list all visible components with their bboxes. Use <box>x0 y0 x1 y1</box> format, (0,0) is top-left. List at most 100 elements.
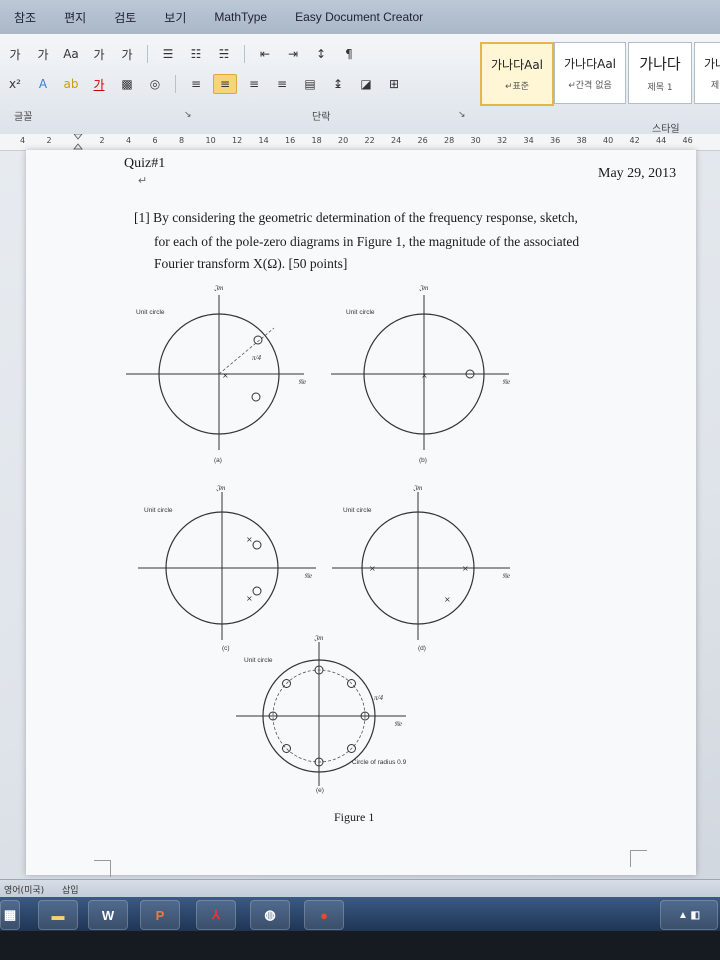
crop-mark <box>94 860 111 877</box>
zero-marker <box>252 540 262 550</box>
ruler-number: 28 <box>444 136 455 145</box>
zero-marker <box>251 392 261 402</box>
horizontal-ruler[interactable]: 4 2 2 4 6 8 10 12 14 16 18 20 22 24 26 28 30 32 34 36 38 40 42… <box>0 134 720 151</box>
text-effects-icon[interactable]: A <box>32 75 54 93</box>
increase-indent-icon[interactable]: ⇥ <box>282 45 304 63</box>
shrink-font-button[interactable]: 가 <box>32 45 54 63</box>
ruler-number: 4 <box>126 136 132 145</box>
borders-icon[interactable]: ⊞ <box>383 75 405 93</box>
document-page[interactable]: Quiz#1 ↵ May 29, 2013 [1] By considering… <box>26 150 696 877</box>
subfigure-d: × × × Unit circle 𝔍m 𝔑e (d) <box>332 484 510 652</box>
ruler-number: 6 <box>152 136 158 145</box>
justify-icon[interactable]: ≡ <box>271 75 293 93</box>
pole-marker: × <box>369 564 376 573</box>
change-case-button[interactable]: Aa <box>60 45 82 63</box>
browser-globe-icon[interactable]: ◍ <box>250 900 290 930</box>
style-heading-1[interactable]: 가나다 제목 1 <box>628 42 692 104</box>
pole-marker: × <box>462 564 469 573</box>
style-sample: 가나다Aal <box>490 58 544 72</box>
pole-marker: × <box>421 371 428 380</box>
ruler-number: 2 <box>99 136 105 145</box>
ruler-number: 38 <box>576 136 587 145</box>
powerpoint-icon[interactable]: P <box>140 900 180 930</box>
highlight-icon[interactable]: ab <box>60 75 82 93</box>
indent-marker-icon[interactable] <box>73 134 83 150</box>
tab-mathtype[interactable]: MathType <box>200 10 281 24</box>
pole-marker: × <box>222 371 229 380</box>
insert-mode-indicator[interactable]: 삽입 <box>62 883 79 896</box>
superscript-button[interactable]: x² <box>4 75 26 93</box>
ruler-number: 24 <box>391 136 402 145</box>
pole-marker: × <box>246 594 253 603</box>
figure-caption: Figure 1 <box>334 810 375 824</box>
style-no-spacing[interactable]: 가나다Aal ↵간격 없음 <box>554 42 626 104</box>
pdf-reader-icon[interactable]: ⅄ <box>196 900 236 930</box>
explorer-folder-icon[interactable]: ▬ <box>38 900 78 930</box>
re-axis-label: 𝔑e <box>298 378 306 386</box>
align-center-icon[interactable]: ≡ <box>213 74 237 94</box>
subfig-label-e: (e) <box>316 787 324 794</box>
ruler-number: 4 <box>20 136 26 145</box>
style-name: 제목 1 <box>647 83 673 93</box>
grow-font-button[interactable]: 가 <box>4 45 26 63</box>
re-axis-label: 𝔑e <box>502 378 510 386</box>
crop-mark <box>630 850 647 867</box>
phonetic-guide-button[interactable]: 가 <box>88 45 110 63</box>
start-icon[interactable]: ▦ <box>0 900 20 930</box>
ruler-number: 20 <box>338 136 349 145</box>
sort-icon[interactable]: ↕ <box>310 45 332 63</box>
angle-label: π/4 <box>252 354 261 362</box>
style-normal[interactable]: 가나다Aal ↵표준 <box>480 42 554 106</box>
paragraph-dialog-launcher-icon[interactable]: ↘ <box>458 110 466 120</box>
numbering-icon[interactable]: ☷ <box>185 45 207 63</box>
ruler-number: 46 <box>682 136 693 145</box>
ruler-number: 12 <box>232 136 243 145</box>
font-dialog-launcher-icon[interactable]: ↘ <box>184 110 192 120</box>
tab-mailings[interactable]: 편지 <box>50 9 100 26</box>
align-right-icon[interactable]: ≡ <box>243 75 265 93</box>
re-axis-label: 𝔑e <box>304 572 312 580</box>
line-spacing-icon[interactable]: ↨ <box>327 75 349 93</box>
font-color-button[interactable]: 가 <box>88 75 110 93</box>
char-border-button[interactable]: 가 <box>116 45 138 63</box>
subfigure-c: × × Unit circle 𝔍m 𝔑e (c) <box>138 484 316 652</box>
language-indicator[interactable]: 영어(미국) <box>4 883 44 896</box>
show-marks-icon[interactable]: ¶ <box>338 45 360 63</box>
paragraph-group-label: 단락 <box>312 112 331 123</box>
distributed-icon[interactable]: ▤ <box>299 75 321 93</box>
decrease-indent-icon[interactable]: ⇤ <box>254 45 276 63</box>
char-shading-icon[interactable]: ▩ <box>116 75 138 93</box>
re-axis-label: 𝔑e <box>502 572 510 580</box>
pole-marker: × <box>246 535 253 544</box>
ruler-number: 44 <box>656 136 667 145</box>
im-axis-label: 𝔍m <box>412 484 422 492</box>
ribbon: 가 가 Aa 가 가 ☰ ☷ ☵ ⇤ ⇥ ↕ ¶ x² A ab 가 ▩ ◎ ≡… <box>0 34 720 135</box>
tab-easy-document-creator[interactable]: Easy Document Creator <box>281 10 437 24</box>
shading-icon[interactable]: ◪ <box>355 75 377 93</box>
style-name: ↵표준 <box>504 82 530 92</box>
system-tray-icon[interactable]: ▲ ◧ <box>660 900 718 930</box>
font-row-1: 가 가 Aa 가 가 ☰ ☷ ☵ ⇤ ⇥ ↕ ¶ <box>4 40 360 68</box>
ruler-number: 40 <box>603 136 614 145</box>
ruler-number: 36 <box>550 136 561 145</box>
app-icon[interactable]: ● <box>304 900 344 930</box>
word-icon[interactable]: W <box>88 900 128 930</box>
unit-circle-label: Unit circle <box>346 309 375 316</box>
ruler-number: 8 <box>179 136 185 145</box>
status-bar: 영어(미국) 삽입 <box>0 879 720 898</box>
tab-view[interactable]: 보기 <box>150 9 200 26</box>
style-heading-2[interactable]: 가나 제 <box>694 42 720 104</box>
im-axis-label: 𝔍m <box>313 634 323 642</box>
unit-circle-label: Unit circle <box>144 507 173 514</box>
font-row-2: x² A ab 가 ▩ ◎ ≡ ≡ ≡ ≡ ▤ ↨ ◪ ⊞ <box>4 70 405 98</box>
tab-review[interactable]: 검토 <box>100 9 150 26</box>
multilevel-list-icon[interactable]: ☵ <box>213 45 235 63</box>
bullets-icon[interactable]: ☰ <box>157 45 179 63</box>
re-axis-label: 𝔑e <box>394 720 402 728</box>
align-left-icon[interactable]: ≡ <box>185 75 207 93</box>
font-group-label: 글꼴 <box>14 112 33 123</box>
enclose-chars-icon[interactable]: ◎ <box>144 75 166 93</box>
ruler-number: 34 <box>523 136 534 145</box>
tab-references[interactable]: 참조 <box>0 9 50 26</box>
ruler-number: 26 <box>417 136 428 145</box>
